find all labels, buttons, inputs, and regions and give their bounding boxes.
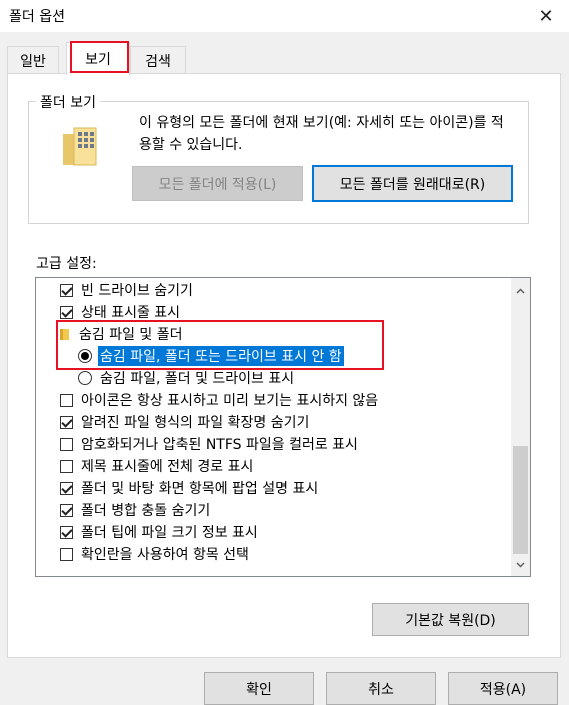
list-item[interactable]: 폴더 팁에 파일 크기 정보 표시 bbox=[60, 521, 530, 543]
list-item-label: 제목 표시줄에 전체 경로 표시 bbox=[81, 459, 254, 475]
title-bar: 폴더 옵션 ✕ bbox=[0, 0, 569, 32]
apply-label: 적용(A) bbox=[479, 681, 527, 698]
folder-view-group-label: 폴더 보기 bbox=[36, 92, 100, 112]
tab-general[interactable]: 일반 bbox=[7, 46, 59, 74]
list-scrollbar[interactable] bbox=[511, 278, 530, 576]
reset-all-folders-button[interactable]: 모든 폴더를 원래대로(R) bbox=[312, 165, 513, 202]
checkbox[interactable] bbox=[60, 283, 73, 297]
list-item[interactable]: 암호화되거나 압축된 NTFS 파일을 컬러로 표시 bbox=[60, 433, 530, 455]
list-item[interactable]: 확인란을 사용하여 항목 선택 bbox=[60, 543, 530, 565]
tab-search[interactable]: 검색 bbox=[130, 46, 186, 74]
radio-button[interactable] bbox=[78, 371, 92, 385]
checkbox[interactable] bbox=[60, 547, 73, 561]
folder-grid-icon bbox=[63, 127, 97, 166]
checkbox[interactable] bbox=[60, 437, 73, 451]
checkbox[interactable] bbox=[60, 305, 73, 319]
list-item-label: 빈 드라이브 숨기기 bbox=[81, 283, 193, 299]
list-item-label: 폴더 팁에 파일 크기 정보 표시 bbox=[81, 525, 258, 541]
tab-highlight-box bbox=[70, 41, 129, 73]
checkbox[interactable] bbox=[60, 459, 73, 473]
folder-view-description: 이 유형의 모든 폴더에 현재 보기(예: 자세히 또는 아이콘)를 적용할 수… bbox=[139, 115, 504, 153]
close-button[interactable]: ✕ bbox=[523, 0, 569, 32]
scroll-up-arrow[interactable] bbox=[511, 282, 530, 299]
list-item-label: 암호화되거나 압축된 NTFS 파일을 컬러로 표시 bbox=[81, 437, 358, 453]
restore-defaults-button[interactable]: 기본값 복원(D) bbox=[372, 603, 529, 636]
list-item-label: 확인란을 사용하여 항목 선택 bbox=[81, 547, 249, 563]
ok-label: 확인 bbox=[246, 681, 272, 698]
advanced-settings-label: 고급 설정: bbox=[36, 256, 97, 272]
checkbox[interactable] bbox=[60, 415, 73, 429]
list-item[interactable]: 빈 드라이브 숨기기 bbox=[60, 279, 530, 301]
list-item[interactable]: 폴더 및 바탕 화면 항목에 팝업 설명 표시 bbox=[60, 477, 530, 499]
list-item-label: 숨김 파일, 폴더 및 드라이브 표시 bbox=[100, 371, 295, 387]
apply-button[interactable]: 적용(A) bbox=[448, 672, 558, 705]
checkbox[interactable] bbox=[60, 503, 73, 517]
cancel-label: 취소 bbox=[368, 681, 394, 698]
window-title: 폴더 옵션 bbox=[9, 9, 65, 25]
close-icon: ✕ bbox=[538, 5, 554, 27]
list-item[interactable]: 폴더 병합 충돌 숨기기 bbox=[60, 499, 530, 521]
chevron-down-icon bbox=[516, 561, 525, 568]
list-item-label: 알려진 파일 형식의 파일 확장명 숨기기 bbox=[81, 415, 310, 431]
reset-all-folders-label: 모든 폴더를 원래대로(R) bbox=[339, 176, 486, 193]
checkbox[interactable] bbox=[60, 393, 73, 407]
scroll-thumb[interactable] bbox=[513, 446, 528, 554]
cancel-button[interactable]: 취소 bbox=[326, 672, 436, 705]
list-item-label: 아이콘은 항상 표시하고 미리 보기는 표시하지 않음 bbox=[81, 393, 379, 409]
hidden-files-highlight-box bbox=[56, 320, 384, 370]
restore-defaults-label: 기본값 복원(D) bbox=[405, 612, 496, 629]
chevron-up-icon bbox=[516, 287, 525, 294]
list-item-label: 상태 표시줄 표시 bbox=[81, 305, 181, 321]
list-item-label: 폴더 병합 충돌 숨기기 bbox=[81, 503, 211, 519]
apply-to-all-folders-label: 모든 폴더에 적용(L) bbox=[158, 176, 277, 193]
list-item[interactable]: 제목 표시줄에 전체 경로 표시 bbox=[60, 455, 530, 477]
list-item[interactable]: 숨김 파일, 폴더 및 드라이브 표시 bbox=[78, 367, 530, 389]
list-item[interactable]: 아이콘은 항상 표시하고 미리 보기는 표시하지 않음 bbox=[60, 389, 530, 411]
scroll-down-arrow[interactable] bbox=[511, 556, 530, 573]
checkbox[interactable] bbox=[60, 525, 73, 539]
ok-button[interactable]: 확인 bbox=[204, 672, 314, 705]
list-item[interactable]: 알려진 파일 형식의 파일 확장명 숨기기 bbox=[60, 411, 530, 433]
list-item-label: 폴더 및 바탕 화면 항목에 팝업 설명 표시 bbox=[81, 481, 319, 497]
tab-search-label: 검색 bbox=[145, 53, 171, 70]
checkbox[interactable] bbox=[60, 481, 73, 495]
tab-general-label: 일반 bbox=[20, 53, 46, 70]
apply-to-all-folders-button[interactable]: 모든 폴더에 적용(L) bbox=[132, 166, 303, 201]
